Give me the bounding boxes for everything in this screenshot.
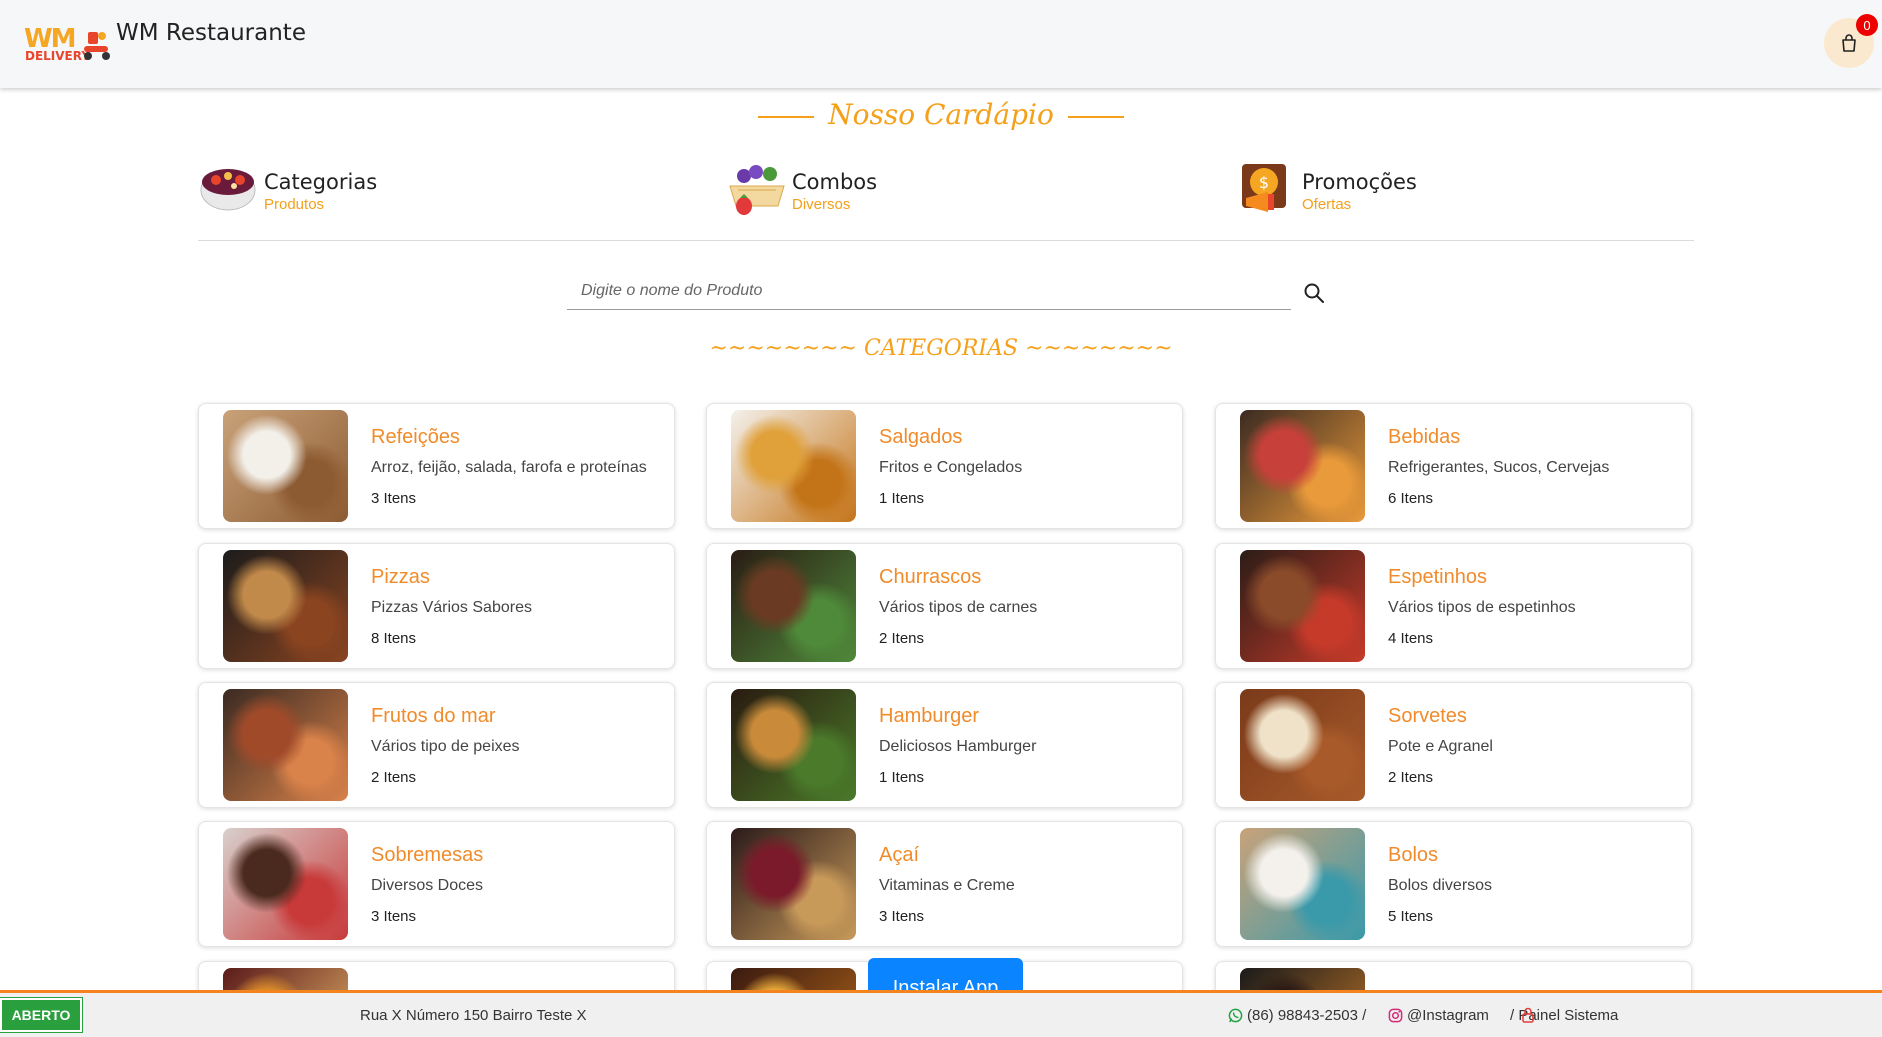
category-description: Refrigerantes, Sucos, Cervejas [1388, 459, 1610, 476]
category-image [1240, 410, 1365, 522]
category-item-count: 1 Itens [879, 769, 925, 786]
title-left-line [758, 115, 815, 118]
top-navbar: WM DELIVERY WM Restaurante 0 [0, 0, 1882, 88]
category-title: Bebidas [1388, 426, 1461, 448]
title-right-line [1067, 115, 1124, 118]
fruit-basket-icon [729, 165, 785, 215]
category-image [731, 410, 856, 522]
category-description: Vitaminas e Creme [879, 877, 1015, 894]
category-card[interactable]: Churrascos Vários tipos de carnes 2 Itens [706, 543, 1183, 669]
lock-icon [1522, 1007, 1534, 1023]
tab-subtitle: Ofertas [1302, 196, 1352, 213]
category-title: Açaí [879, 844, 920, 866]
category-item-count: 4 Itens [1388, 630, 1434, 647]
status-badge: ABERTO [0, 997, 83, 1033]
tab-categorias[interactable]: Categorias Produtos [198, 158, 398, 222]
category-description: Bolos diversos [1388, 877, 1493, 894]
tab-subtitle: Produtos [264, 196, 325, 213]
category-description: Arroz, feijão, salada, farofa e proteína… [371, 459, 647, 476]
instagram-link[interactable]: @Instagram [1388, 1007, 1489, 1024]
category-item-count: 1 Itens [879, 490, 925, 507]
acai-bowl-icon [200, 169, 256, 211]
menu-title: Nosso Cardápio [0, 98, 1882, 131]
category-description: Pizzas Vários Sabores [371, 599, 532, 616]
category-image [223, 828, 348, 940]
category-card[interactable]: Salgados Fritos e Congelados 1 Itens [706, 403, 1183, 529]
category-item-count: 2 Itens [879, 630, 925, 647]
category-image [731, 828, 856, 940]
menu-title-text: Nosso Cardápio [828, 98, 1054, 131]
tab-title: Promoções [1302, 170, 1417, 194]
footer-bar: ABERTO Rua X Número 150 Bairro Teste X (… [0, 990, 1882, 1037]
category-image [223, 550, 348, 662]
category-card[interactable]: Bebidas Refrigerantes, Sucos, Cervejas 6 I… [1215, 403, 1692, 529]
category-description: Pote e Agranel [1388, 738, 1493, 755]
svg-text:$: $ [1259, 173, 1269, 192]
category-title: Salgados [879, 426, 963, 448]
category-image [731, 550, 856, 662]
tabs-divider [198, 240, 1694, 241]
category-image [731, 689, 856, 801]
category-description: Diversos Doces [371, 877, 484, 894]
category-card[interactable]: Bolos Bolos diversos 5 Itens [1215, 821, 1692, 947]
category-description: Deliciosos Hamburger [879, 738, 1037, 755]
category-item-count: 8 Itens [371, 630, 417, 647]
site-title: WM Restaurante [116, 20, 306, 46]
category-item-count: 5 Itens [1388, 908, 1434, 925]
category-description: Vários tipos de espetinhos [1388, 599, 1576, 616]
category-title: Bolos [1388, 844, 1439, 866]
category-image [223, 410, 348, 522]
cart-count-badge: 0 [1856, 14, 1878, 36]
tab-subtitle: Diversos [792, 196, 851, 213]
category-card[interactable]: Sobremesas Diversos Doces 3 Itens [198, 821, 675, 947]
category-image [1240, 828, 1365, 940]
category-title: Churrascos [879, 566, 982, 588]
search-input[interactable] [567, 272, 1291, 310]
category-item-count: 6 Itens [1388, 490, 1434, 507]
delivery-scooter-icon [84, 32, 110, 60]
category-item-count: 3 Itens [371, 908, 417, 925]
search-icon[interactable] [1303, 282, 1325, 304]
category-image [223, 689, 348, 801]
category-title: Espetinhos [1388, 566, 1487, 588]
categories-heading: ~~~~~~~~ CATEGORIAS ~~~~~~~~ [709, 336, 1173, 361]
category-item-count: 2 Itens [371, 769, 417, 786]
category-card[interactable]: Hamburger Deliciosos Hamburger 1 Itens [706, 682, 1183, 808]
instagram-handle: @Instagram [1407, 1007, 1489, 1024]
category-description: Vários tipos de carnes [879, 599, 1038, 616]
footer-address: Rua X Número 150 Bairro Teste X [360, 1007, 587, 1024]
category-title: Hamburger [879, 705, 980, 727]
category-title: Refeições [371, 426, 460, 448]
category-card[interactable]: Espetinhos Vários tipos de espetinhos 4 It… [1215, 543, 1692, 669]
category-item-count: 2 Itens [1388, 769, 1434, 786]
category-image [1240, 550, 1365, 662]
category-card[interactable]: Sorvetes Pote e Agranel 2 Itens [1215, 682, 1692, 808]
category-card[interactable]: Refeições Arroz, feijão, salada, farofa e… [198, 403, 675, 529]
category-image [1240, 689, 1365, 801]
tab-promocoes[interactable]: $ Promoções Ofertas [1236, 158, 1436, 222]
shopping-bag-icon [1842, 34, 1856, 52]
category-title: Pizzas [371, 566, 430, 588]
tab-title: Categorias [264, 170, 378, 194]
category-description: Vários tipo de peixes [371, 738, 520, 755]
category-card[interactable]: Pizzas Pizzas Vários Sabores 8 Itens [198, 543, 675, 669]
logo-text-delivery: DELIVERY [25, 49, 91, 63]
site-logo[interactable]: WM DELIVERY [22, 20, 110, 68]
category-card[interactable]: Frutos do mar Vários tipo de peixes 2 Iten… [198, 682, 675, 808]
phone-number: (86) 98843-2503 / [1247, 1007, 1367, 1024]
category-title: Sobremesas [371, 844, 484, 866]
tab-combos[interactable]: Combos Diversos [726, 158, 926, 222]
category-title: Sorvetes [1388, 705, 1467, 727]
category-description: Fritos e Congelados [879, 459, 1023, 476]
category-card[interactable]: Açaí Vitaminas e Creme 3 Itens [706, 821, 1183, 947]
category-item-count: 3 Itens [371, 490, 417, 507]
whatsapp-icon [1228, 1008, 1243, 1023]
money-megaphone-icon: $ [1242, 164, 1286, 212]
instagram-icon [1388, 1008, 1403, 1023]
whatsapp-link[interactable]: (86) 98843-2503 / [1228, 1007, 1366, 1024]
tab-title: Combos [792, 170, 878, 194]
category-item-count: 3 Itens [879, 908, 925, 925]
category-title: Frutos do mar [371, 705, 496, 727]
